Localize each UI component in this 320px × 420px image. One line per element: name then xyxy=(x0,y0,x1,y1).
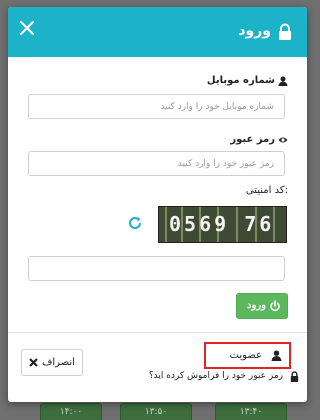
captcha-input[interactable] xyxy=(28,256,285,281)
password-input[interactable] xyxy=(28,151,285,176)
login-button-label: ورود xyxy=(247,300,266,311)
login-modal: ورود شماره موبایل رمز عبور کد امنیتی: 05… xyxy=(8,7,307,402)
password-label: رمز عبور xyxy=(230,134,288,145)
captcha-text: 0569 76 xyxy=(169,212,275,236)
captcha-image: 0569 76 xyxy=(158,206,287,243)
login-button[interactable]: ورود xyxy=(236,293,288,319)
modal-title: ورود xyxy=(238,23,271,39)
background-slot-bar: ۱۴:۰۰ ۱۳:۵۰ ۱۳:۴۰ xyxy=(0,402,314,420)
lock-icon xyxy=(279,23,291,40)
modal-header: ورود xyxy=(8,7,307,57)
eye-icon xyxy=(278,137,288,143)
close-icon xyxy=(29,358,38,367)
user-icon xyxy=(278,76,288,86)
cancel-button-label: انصراف xyxy=(42,357,75,368)
time-slot-button[interactable]: ۱۳:۴۰ xyxy=(215,403,287,420)
register-label: عضویت xyxy=(229,350,262,361)
forgot-password-link[interactable]: رمز عبور خود را فراموش کرده اید؟ xyxy=(148,371,299,382)
user-icon xyxy=(271,350,282,361)
mobile-input[interactable] xyxy=(28,94,285,119)
mobile-label: شماره موبایل xyxy=(207,75,288,86)
time-slot-button[interactable]: ۱۴:۰۰ xyxy=(40,403,102,420)
forgot-password-label: رمز عبور خود را فراموش کرده اید؟ xyxy=(148,371,283,381)
power-icon xyxy=(270,300,280,312)
register-link[interactable]: عضویت xyxy=(204,342,291,369)
captcha-label: کد امنیتی: xyxy=(245,185,288,196)
footer-divider xyxy=(8,332,307,333)
cancel-button[interactable]: انصراف xyxy=(21,349,83,376)
close-icon[interactable] xyxy=(16,17,38,39)
refresh-icon[interactable] xyxy=(128,216,142,230)
time-slot-button[interactable]: ۱۳:۵۰ xyxy=(120,403,192,420)
lock-icon xyxy=(290,371,299,382)
